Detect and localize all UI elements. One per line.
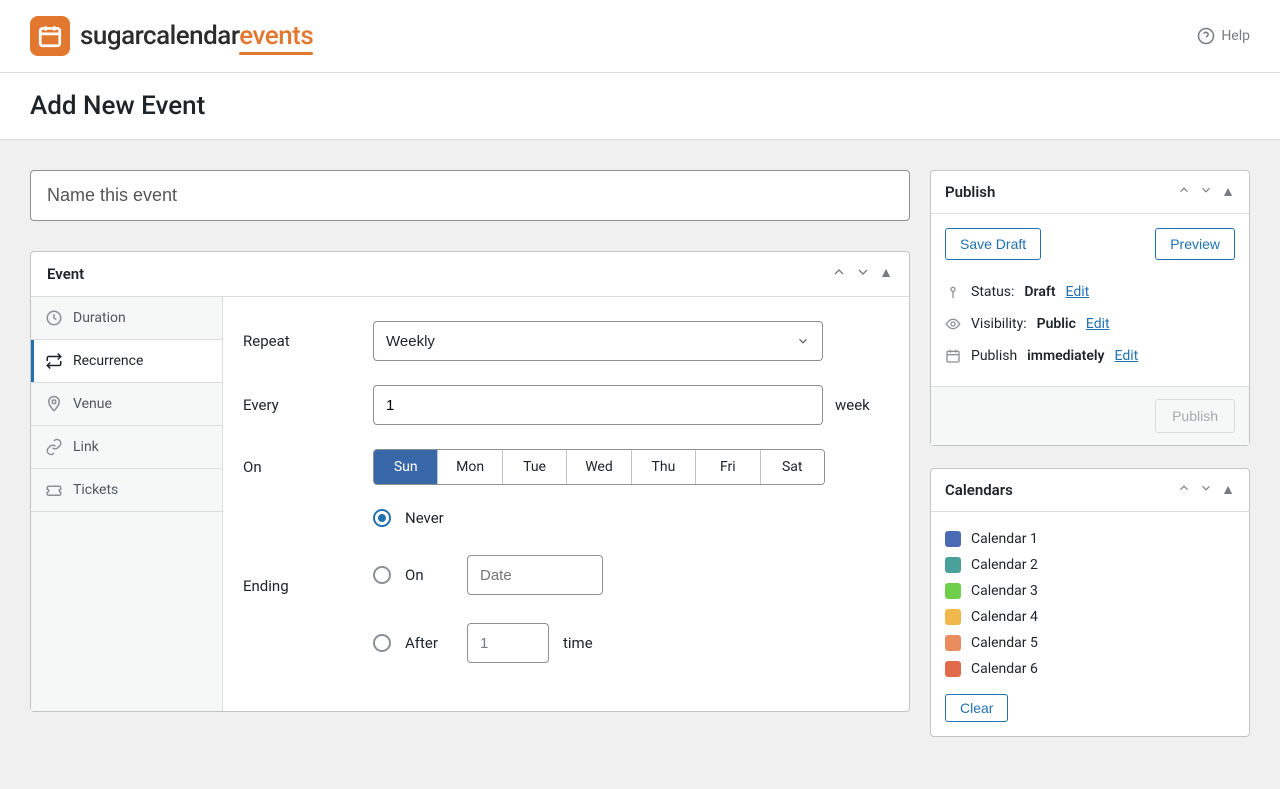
calendar-label: Calendar 4 bbox=[971, 609, 1038, 625]
link-icon bbox=[45, 438, 63, 456]
ending-label: Ending bbox=[243, 577, 373, 595]
tab-duration[interactable]: Duration bbox=[31, 297, 222, 340]
ending-after-input[interactable] bbox=[467, 623, 549, 663]
calendar-item[interactable]: Calendar 6 bbox=[945, 656, 1235, 682]
calendar-label: Calendar 2 bbox=[971, 557, 1038, 573]
topbar: sugarcalendarevents Help bbox=[0, 0, 1280, 73]
map-pin-icon bbox=[45, 395, 63, 413]
every-input[interactable] bbox=[373, 385, 823, 425]
publish-button[interactable]: Publish bbox=[1155, 399, 1235, 433]
publish-time-value: immediately bbox=[1027, 348, 1104, 364]
visibility-label: Visibility: bbox=[971, 316, 1027, 332]
calendar-item[interactable]: Calendar 2 bbox=[945, 552, 1235, 578]
calendar-label: Calendar 5 bbox=[971, 635, 1038, 651]
ending-after-label: After bbox=[405, 634, 453, 652]
calendar-item[interactable]: Calendar 5 bbox=[945, 630, 1235, 656]
chevron-down-icon[interactable] bbox=[1199, 183, 1213, 201]
eye-icon bbox=[945, 316, 961, 332]
publish-time-label: Publish bbox=[971, 348, 1017, 364]
repeat-icon bbox=[45, 352, 63, 370]
page-title: Add New Event bbox=[30, 91, 1250, 121]
calendar-swatch bbox=[945, 557, 961, 573]
repeat-label: Repeat bbox=[243, 332, 373, 350]
day-wed[interactable]: Wed bbox=[567, 450, 631, 484]
calendar-label: Calendar 6 bbox=[971, 661, 1038, 677]
preview-button[interactable]: Preview bbox=[1155, 228, 1235, 260]
status-value: Draft bbox=[1024, 284, 1055, 300]
day-sat[interactable]: Sat bbox=[761, 450, 824, 484]
ending-never-label: Never bbox=[405, 509, 453, 527]
clock-icon bbox=[45, 309, 63, 327]
publish-panel-title: Publish bbox=[945, 183, 995, 201]
chevron-down-icon[interactable] bbox=[1199, 481, 1213, 499]
save-draft-button[interactable]: Save Draft bbox=[945, 228, 1041, 260]
calendar-item[interactable]: Calendar 1 bbox=[945, 526, 1235, 552]
calendar-swatch bbox=[945, 609, 961, 625]
status-label: Status: bbox=[971, 284, 1014, 300]
event-tabs: Duration Recurrence Venue Link bbox=[31, 297, 223, 711]
calendar-swatch bbox=[945, 531, 961, 547]
triangle-up-icon[interactable]: ▲ bbox=[1221, 183, 1235, 201]
triangle-up-icon[interactable]: ▲ bbox=[879, 264, 893, 284]
visibility-edit-link[interactable]: Edit bbox=[1086, 316, 1110, 332]
ending-date-input[interactable] bbox=[467, 555, 603, 595]
tab-tickets[interactable]: Tickets bbox=[31, 469, 222, 512]
calendar-item[interactable]: Calendar 4 bbox=[945, 604, 1235, 630]
tab-link[interactable]: Link bbox=[31, 426, 222, 469]
calendar-swatch bbox=[945, 583, 961, 599]
event-panel-title: Event bbox=[47, 265, 84, 283]
pin-icon bbox=[945, 284, 961, 300]
calendars-panel-title: Calendars bbox=[945, 481, 1013, 499]
chevron-up-icon[interactable] bbox=[831, 264, 847, 284]
ending-after-unit: time bbox=[563, 634, 593, 652]
calendar-swatch bbox=[945, 661, 961, 677]
status-edit-link[interactable]: Edit bbox=[1066, 284, 1090, 300]
day-fri[interactable]: Fri bbox=[696, 450, 760, 484]
calendar-label: Calendar 1 bbox=[971, 531, 1038, 547]
chevron-up-icon[interactable] bbox=[1177, 183, 1191, 201]
day-sun[interactable]: Sun bbox=[374, 450, 438, 484]
logo-text: sugarcalendarevents bbox=[80, 21, 313, 51]
help-label: Help bbox=[1221, 28, 1250, 44]
chevron-down-icon[interactable] bbox=[855, 264, 871, 284]
ending-after-radio[interactable] bbox=[373, 634, 391, 652]
logo: sugarcalendarevents bbox=[30, 16, 313, 56]
help-link[interactable]: Help bbox=[1197, 27, 1250, 45]
calendars-clear-button[interactable]: Clear bbox=[945, 694, 1008, 722]
event-panel: Event ▲ Duration bbox=[30, 251, 910, 712]
calendars-panel: Calendars ▲ Calendar 1 Calendar 2 Calendar… bbox=[930, 468, 1250, 737]
tab-venue[interactable]: Venue bbox=[31, 383, 222, 426]
days-group: Sun Mon Tue Wed Thu Fri Sat bbox=[373, 449, 825, 485]
ticket-icon bbox=[45, 481, 63, 499]
calendar-icon bbox=[945, 348, 961, 364]
day-thu[interactable]: Thu bbox=[632, 450, 696, 484]
day-tue[interactable]: Tue bbox=[503, 450, 567, 484]
calendar-swatch bbox=[945, 635, 961, 651]
every-unit: week bbox=[835, 396, 870, 414]
publish-time-edit-link[interactable]: Edit bbox=[1115, 348, 1139, 364]
calendar-label: Calendar 3 bbox=[971, 583, 1038, 599]
logo-icon bbox=[30, 16, 70, 56]
event-title-input[interactable] bbox=[30, 170, 910, 221]
tab-recurrence[interactable]: Recurrence bbox=[31, 340, 222, 383]
ending-on-label: On bbox=[405, 566, 453, 584]
ending-never-radio[interactable] bbox=[373, 509, 391, 527]
on-label: On bbox=[243, 458, 373, 476]
visibility-value: Public bbox=[1037, 316, 1076, 332]
ending-on-radio[interactable] bbox=[373, 566, 391, 584]
page-title-bar: Add New Event bbox=[0, 73, 1280, 140]
triangle-up-icon[interactable]: ▲ bbox=[1221, 481, 1235, 499]
every-label: Every bbox=[243, 396, 373, 414]
chevron-up-icon[interactable] bbox=[1177, 481, 1191, 499]
publish-panel: Publish ▲ Save Draft Preview Status: Dra… bbox=[930, 170, 1250, 446]
day-mon[interactable]: Mon bbox=[438, 450, 502, 484]
repeat-select[interactable]: Weekly bbox=[373, 321, 823, 361]
calendar-item[interactable]: Calendar 3 bbox=[945, 578, 1235, 604]
help-icon bbox=[1197, 27, 1215, 45]
